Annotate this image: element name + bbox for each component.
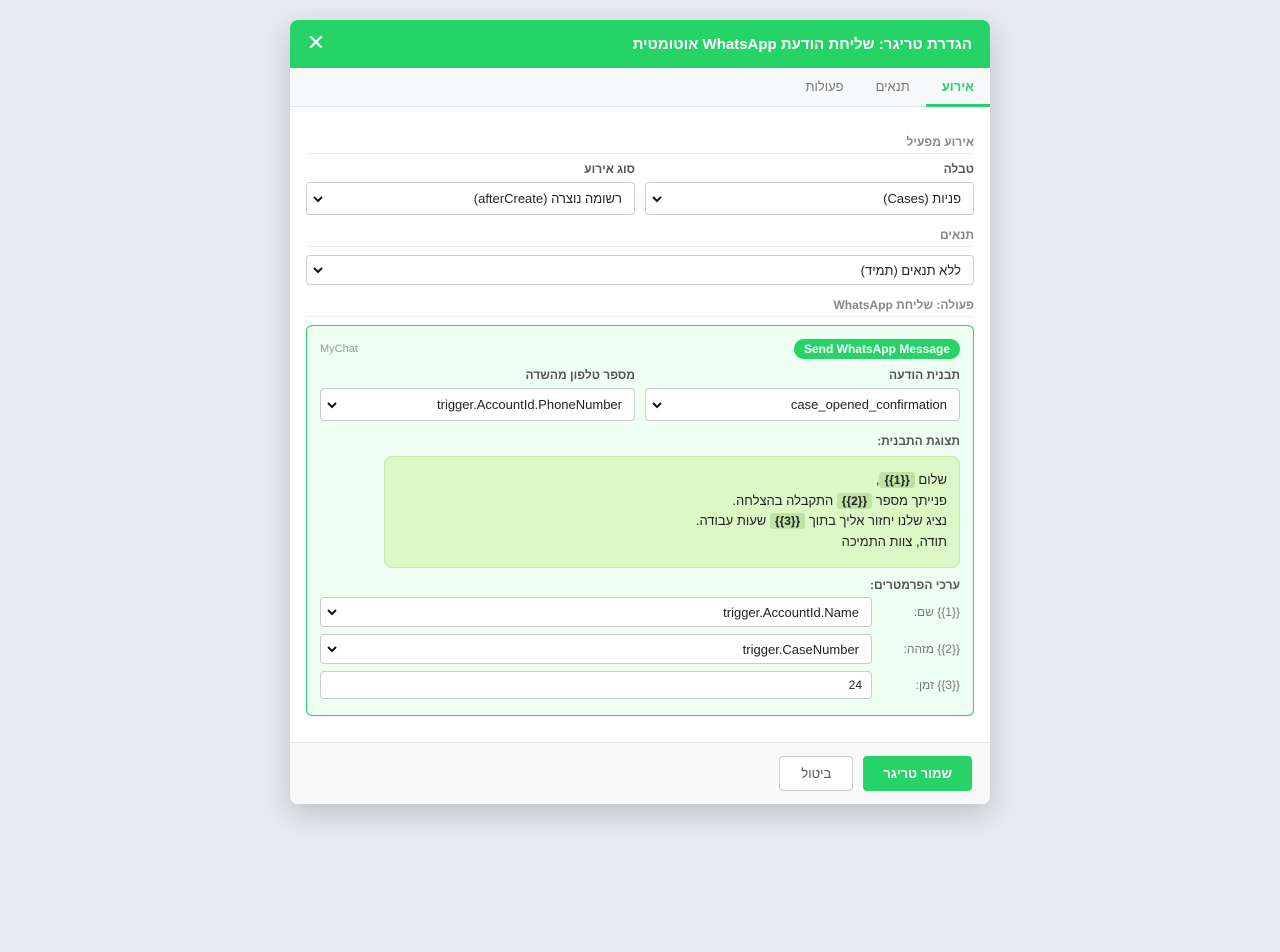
table-select-value: פניות (Cases) <box>883 191 961 206</box>
param-label: {{3}} זמן: <box>915 678 960 692</box>
table-field: טבלה פניות (Cases) <box>645 162 974 215</box>
preview-text: נציג שלנו יחזור אליך בתוך <box>805 513 947 528</box>
provider-brand: MyChat <box>320 343 358 355</box>
chevron-down-icon <box>313 267 323 274</box>
chevron-down-icon <box>327 609 337 616</box>
chevron-down-icon <box>652 195 662 202</box>
param-row-2: {{2}} מזהה: trigger.CaseNumber <box>320 634 960 664</box>
whatsapp-action-box: Send WhatsApp Message MyChat תבנית הודעה… <box>306 325 974 716</box>
params-label: ערכי הפרמטרים: <box>870 578 960 592</box>
template-field: תבנית הודעה case_opened_confirmation <box>645 368 960 421</box>
whatsapp-action-header: Send WhatsApp Message MyChat <box>320 339 960 359</box>
param-3-value: 24 <box>848 678 862 692</box>
conditions-select[interactable]: ללא תנאים (תמיד) <box>306 255 974 285</box>
param-row-3: {{3}} זמן: 24 <box>320 671 960 699</box>
save-trigger-button[interactable]: שמור טריגר <box>863 756 972 791</box>
template-preview-bubble: שלום {{1}}, פנייתך מספר {{2}} התקבלה בהצ… <box>384 456 960 568</box>
preview-text: שלום <box>914 472 947 487</box>
modal-title: הגדרת טריגר: שליחת הודעת WhatsApp אוטומט… <box>632 35 972 53</box>
param-1-value: trigger.AccountId.Name <box>723 604 859 620</box>
table-label: טבלה <box>943 162 974 176</box>
phone-select[interactable]: trigger.AccountId.PhoneNumber <box>320 388 635 421</box>
event-type-select-value: רשומה נוצרה (afterCreate) <box>473 191 622 206</box>
preview-line-1: שלום {{1}}, <box>397 470 947 491</box>
preview-line-3: נציג שלנו יחזור אליך בתוך {{3}} שעות עבו… <box>397 511 947 532</box>
conditions-select-value: ללא תנאים (תמיד) <box>860 262 961 278</box>
phone-label: מספר טלפון מהשדה <box>525 368 635 382</box>
chevron-down-icon <box>652 401 662 408</box>
tab-event[interactable]: אירוע <box>925 68 990 107</box>
event-type-select[interactable]: רשומה נוצרה (afterCreate) <box>306 182 635 215</box>
preview-line-4: תודה, צוות התמיכה <box>841 533 947 549</box>
param-2-select[interactable]: trigger.CaseNumber <box>320 634 872 664</box>
param-3-input[interactable]: 24 <box>320 671 872 699</box>
conditions-section-title: תנאים <box>306 228 974 247</box>
param-row-1: {{1}} שם: trigger.AccountId.Name <box>320 597 960 627</box>
phone-select-value: trigger.AccountId.PhoneNumber <box>437 397 622 412</box>
modal-header: הגדרת טריגר: שליחת הודעת WhatsApp אוטומט… <box>290 20 990 68</box>
param-label: {{2}} מזהה: <box>903 642 960 656</box>
template-label: תבנית הודעה <box>888 368 960 382</box>
variable-tag: {{1}} <box>879 472 915 488</box>
template-phone-row: תבנית הודעה case_opened_confirmation מספ… <box>320 368 960 421</box>
preview-line-2: פנייתך מספר {{2}} התקבלה בהצלחה. <box>397 491 947 512</box>
event-fields-row: טבלה פניות (Cases) סוג אירוע רשומה נוצרה… <box>306 162 974 215</box>
variable-tag: {{3}} <box>769 513 806 529</box>
template-preview-label: תצוגת התבנית: <box>877 434 960 448</box>
variable-tag: {{2}} <box>836 492 873 509</box>
tab-bar: אירוע תנאים פעולות <box>290 68 990 107</box>
param-2-value: trigger.CaseNumber <box>742 641 859 657</box>
close-icon[interactable]: ✕ <box>306 33 326 55</box>
event-type-label: סוג אירוע <box>584 162 635 176</box>
preview-text: פנייתך מספר <box>872 492 947 508</box>
trigger-settings-modal: הגדרת טריגר: שליחת הודעת WhatsApp אוטומט… <box>290 20 990 804</box>
event-type-field: סוג אירוע רשומה נוצרה (afterCreate) <box>306 162 635 215</box>
tab-conditions[interactable]: תנאים <box>860 68 926 107</box>
param-label: {{1}} שם: <box>913 605 960 619</box>
param-1-select[interactable]: trigger.AccountId.Name <box>320 597 872 627</box>
tab-actions[interactable]: פעולות <box>789 68 859 107</box>
send-whatsapp-badge: Send WhatsApp Message <box>793 339 960 359</box>
preview-text: שעות עבודה. <box>695 513 770 528</box>
template-select-value: case_opened_confirmation <box>790 397 947 412</box>
event-section-title: אירוע מפעיל <box>306 135 974 154</box>
chevron-down-icon <box>313 195 323 202</box>
cancel-button[interactable]: ביטול <box>779 756 854 791</box>
template-select[interactable]: case_opened_confirmation <box>645 388 960 421</box>
phone-field: מספר טלפון מהשדה trigger.AccountId.Phone… <box>320 368 635 421</box>
modal-body: אירוע מפעיל טבלה פניות (Cases) סוג אירוע… <box>290 107 990 742</box>
send-whatsapp-badge-label: Send WhatsApp Message <box>803 342 950 356</box>
table-select[interactable]: פניות (Cases) <box>645 182 974 215</box>
action-section-title: פעולה: שליחת WhatsApp <box>306 298 974 317</box>
chevron-down-icon <box>327 646 337 653</box>
chevron-down-icon <box>327 401 337 408</box>
preview-text: התקבלה בהצלחה. <box>732 492 837 508</box>
modal-footer: שמור טריגר ביטול <box>290 742 990 804</box>
